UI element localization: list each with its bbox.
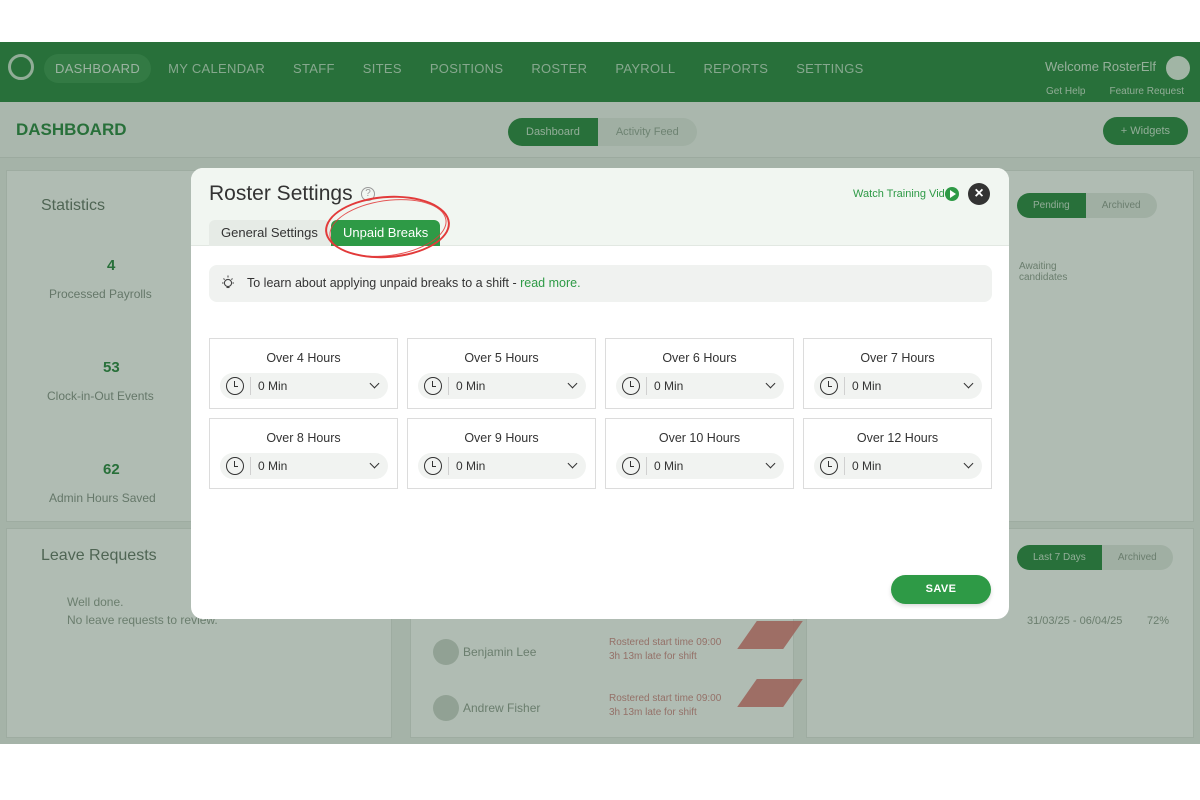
break-threshold-label: Over 9 Hours <box>464 431 539 445</box>
divider <box>646 377 647 395</box>
break-rule: Over 4 Hours 0 Min <box>209 338 398 409</box>
app-screen: DASHBOARD MY CALENDAR STAFF SITES POSITI… <box>0 42 1200 744</box>
lightbulb-icon <box>222 275 234 289</box>
break-rule: Over 8 Hours 0 Min <box>209 418 398 489</box>
play-icon[interactable] <box>945 187 959 201</box>
watch-training-video-link[interactable]: Watch Training Video <box>853 188 957 200</box>
tab-general-settings[interactable]: General Settings <box>209 220 330 246</box>
close-button[interactable]: × <box>968 183 990 205</box>
clock-icon <box>424 377 442 395</box>
unpaid-breaks-grid: Over 4 Hours 0 Min Over 5 Hours 0 Min Ov… <box>209 338 992 489</box>
break-duration-value: 0 Min <box>654 379 684 393</box>
info-text: To learn about applying unpaid breaks to… <box>247 276 521 290</box>
divider <box>250 377 251 395</box>
break-duration-select[interactable]: 0 Min <box>418 373 586 399</box>
chevron-down-icon <box>567 378 578 389</box>
clock-icon <box>820 457 838 475</box>
break-duration-select[interactable]: 0 Min <box>814 453 982 479</box>
break-duration-value: 0 Min <box>852 459 882 473</box>
save-button[interactable]: SAVE <box>891 575 991 604</box>
chevron-down-icon <box>963 378 974 389</box>
break-threshold-label: Over 12 Hours <box>856 431 939 445</box>
break-duration-select[interactable]: 0 Min <box>616 373 784 399</box>
break-rule: Over 5 Hours 0 Min <box>407 338 596 409</box>
clock-icon <box>622 457 640 475</box>
divider <box>844 377 845 395</box>
break-duration-value: 0 Min <box>258 379 288 393</box>
chevron-down-icon <box>369 458 380 469</box>
modal-header: Roster Settings ? Watch Training Video ×… <box>191 168 1009 264</box>
chevron-down-icon <box>369 378 380 389</box>
clock-icon <box>226 457 244 475</box>
divider <box>250 457 251 475</box>
clock-icon <box>820 377 838 395</box>
break-rule: Over 9 Hours 0 Min <box>407 418 596 489</box>
break-duration-value: 0 Min <box>456 459 486 473</box>
chevron-down-icon <box>765 378 776 389</box>
break-duration-select[interactable]: 0 Min <box>220 373 388 399</box>
break-threshold-label: Over 6 Hours <box>662 351 737 365</box>
break-duration-select[interactable]: 0 Min <box>616 453 784 479</box>
info-banner: To learn about applying unpaid breaks to… <box>209 265 992 302</box>
break-duration-select[interactable]: 0 Min <box>220 453 388 479</box>
break-threshold-label: Over 7 Hours <box>860 351 935 365</box>
break-threshold-label: Over 8 Hours <box>266 431 341 445</box>
modal-title: Roster Settings <box>209 182 353 205</box>
clock-icon <box>622 377 640 395</box>
divider <box>448 457 449 475</box>
break-duration-select[interactable]: 0 Min <box>418 453 586 479</box>
break-rule: Over 6 Hours 0 Min <box>605 338 794 409</box>
chevron-down-icon <box>963 458 974 469</box>
break-threshold-label: Over 5 Hours <box>464 351 539 365</box>
chevron-down-icon <box>567 458 578 469</box>
break-duration-value: 0 Min <box>258 459 288 473</box>
clock-icon <box>424 457 442 475</box>
read-more-link[interactable]: read more. <box>520 276 580 290</box>
break-rule: Over 7 Hours 0 Min <box>803 338 992 409</box>
break-rule: Over 10 Hours 0 Min <box>605 418 794 489</box>
break-threshold-label: Over 10 Hours <box>658 431 741 445</box>
chevron-down-icon <box>765 458 776 469</box>
divider <box>448 377 449 395</box>
break-threshold-label: Over 4 Hours <box>266 351 341 365</box>
break-duration-value: 0 Min <box>456 379 486 393</box>
break-duration-value: 0 Min <box>654 459 684 473</box>
break-duration-value: 0 Min <box>852 379 882 393</box>
divider <box>646 457 647 475</box>
roster-settings-modal: Roster Settings ? Watch Training Video ×… <box>191 168 1009 619</box>
break-duration-select[interactable]: 0 Min <box>814 373 982 399</box>
divider <box>844 457 845 475</box>
clock-icon <box>226 377 244 395</box>
break-rule: Over 12 Hours 0 Min <box>803 418 992 489</box>
